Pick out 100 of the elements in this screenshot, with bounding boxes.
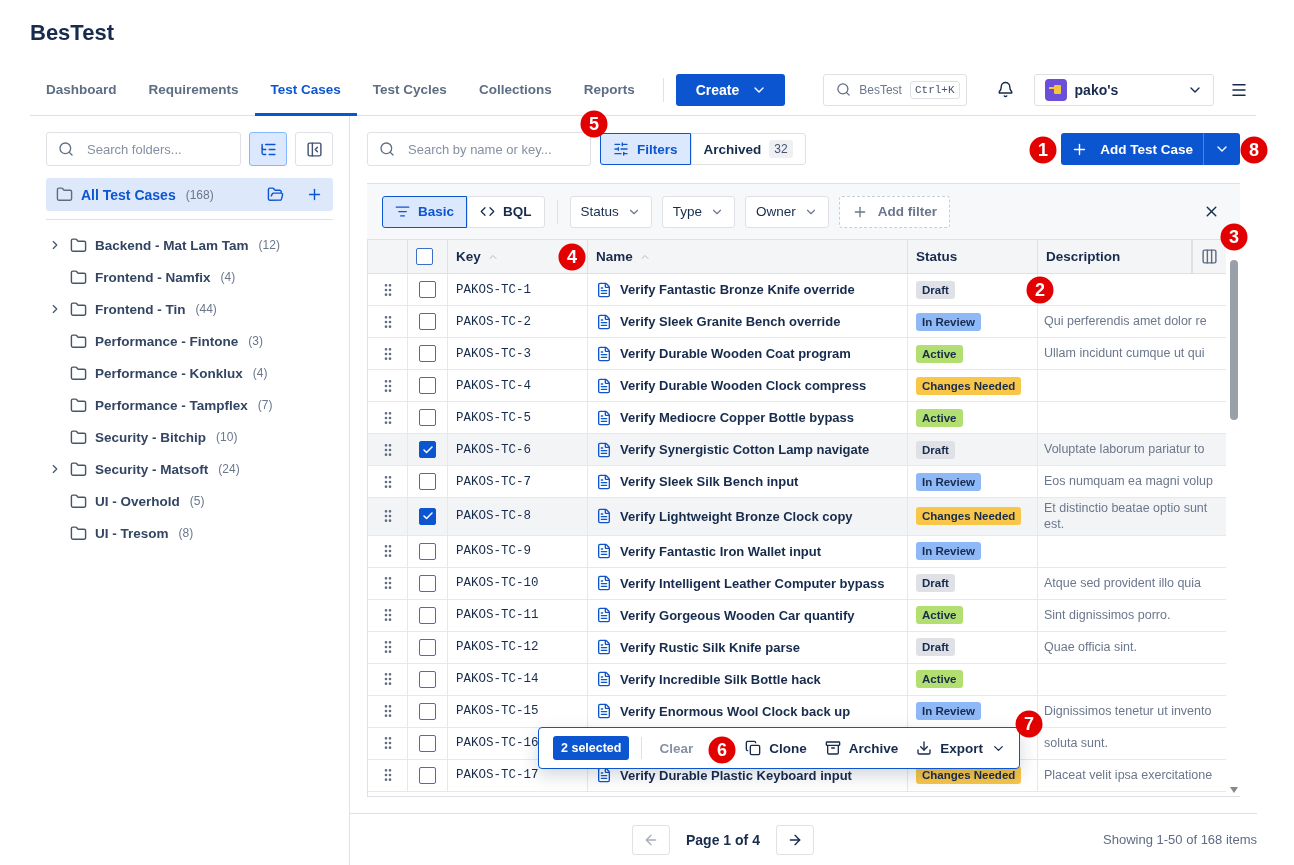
folder-icon [70, 428, 87, 446]
row-checkbox[interactable] [419, 377, 436, 394]
annotation-marker: 5 [580, 110, 608, 138]
folder-name[interactable]: Performance - Konklux [95, 365, 243, 381]
column-header[interactable]: Status [916, 249, 958, 264]
workspace-select[interactable]: pako's [1033, 73, 1214, 106]
archived-button[interactable]: Archived 32 [690, 133, 806, 165]
columns-icon[interactable] [1201, 248, 1218, 265]
folder-name[interactable]: Performance - Fintone [95, 333, 239, 349]
scrollbar[interactable] [1230, 260, 1238, 420]
folder-icon [70, 300, 87, 318]
row-checkbox[interactable] [419, 702, 436, 720]
tree-view-button[interactable] [249, 132, 287, 166]
row-checkbox[interactable] [419, 441, 436, 458]
folder-name[interactable]: Performance - Tampflex [95, 397, 248, 413]
row-checkbox[interactable] [419, 766, 436, 784]
test-name-link[interactable]: Verify Durable Plastic Keyboard input [596, 767, 852, 783]
status-tag: Active [916, 408, 963, 427]
row-checkbox[interactable] [419, 574, 436, 592]
folder-name[interactable]: Frontend - Tin [95, 301, 186, 317]
row-checkbox[interactable] [419, 638, 436, 656]
row-checkbox[interactable] [419, 281, 436, 298]
test-name-link[interactable]: Verify Enormous Wool Clock back up [596, 703, 851, 719]
status-tag: In Review [916, 472, 982, 491]
folder-name[interactable]: Security - Matsoft [95, 461, 209, 477]
test-key: PAKOS-TC-14 [456, 672, 539, 686]
archive-button[interactable]: Archive [819, 736, 904, 760]
status-tag: In Review [916, 312, 982, 331]
test-key: PAKOS-TC-5 [456, 410, 531, 425]
nav-tab[interactable]: Test Cycles [356, 63, 463, 116]
scroll-down-icon[interactable] [1230, 787, 1238, 793]
folder-name[interactable]: Backend - Mat Lam Tam [95, 237, 249, 253]
test-name-link[interactable]: Verify Rustic Silk Knife parse [596, 639, 800, 655]
row-checkbox[interactable] [419, 734, 436, 752]
test-name-link[interactable]: Verify Gorgeous Wooden Car quantify [596, 607, 855, 623]
status-tag: Draft [916, 638, 955, 656]
mode-tab[interactable]: Basic [382, 195, 468, 228]
folder-count: (24) [218, 462, 240, 476]
description-text: Voluptate laborum pariatur to [1044, 441, 1205, 459]
nav-tab[interactable]: Dashboard [30, 63, 133, 116]
global-search-field[interactable]: BesTest Ctrl+K [823, 73, 967, 106]
filter-dropdown[interactable]: Status [569, 195, 652, 228]
description-text: Placeat velit ipsa exercitatione [1044, 766, 1213, 784]
test-name-link[interactable]: Verify Fantastic Bronze Knife override [596, 281, 855, 298]
row-checkbox[interactable] [419, 409, 436, 426]
test-name-link[interactable]: Verify Fantastic Iron Wallet input [596, 543, 822, 559]
test-name-link[interactable]: Verify Mediocre Copper Bottle bypass [596, 409, 855, 426]
sliders-icon [613, 141, 629, 157]
add-filter-button[interactable]: Add filter [838, 195, 951, 228]
filters-button[interactable]: Filters [600, 133, 691, 165]
column-header[interactable]: Description [1046, 249, 1121, 264]
mode-tab[interactable]: BQL [467, 195, 545, 228]
nav-tab[interactable]: Test Cases [254, 63, 357, 116]
test-name-link[interactable]: Verify Incredible Silk Bottle hack [596, 671, 821, 687]
test-name-link[interactable]: Verify Sleek Silk Bench input [596, 473, 799, 490]
column-header[interactable]: Name [596, 249, 633, 264]
select-all-checkbox[interactable] [416, 248, 433, 265]
open-folder-icon[interactable] [267, 186, 284, 203]
folder-name[interactable]: Frontend - Namfix [95, 269, 211, 285]
nav-tab[interactable]: Requirements [132, 63, 255, 116]
create-button[interactable]: Create [675, 73, 786, 106]
row-checkbox[interactable] [419, 542, 436, 560]
test-name-link[interactable]: Verify Synergistic Cotton Lamp navigate [596, 441, 870, 458]
all-test-cases-item[interactable]: All Test Cases (168) [46, 178, 333, 211]
row-checkbox[interactable] [419, 606, 436, 624]
row-checkbox[interactable] [419, 670, 436, 688]
status-tag: Active [916, 670, 963, 688]
test-name-link[interactable]: Verify Durable Wooden Coat program [596, 345, 851, 362]
status-tag: Draft [916, 280, 955, 299]
folder-search-field[interactable]: Search folders... [46, 132, 241, 166]
folder-count: (8) [178, 526, 194, 540]
row-checkbox[interactable] [419, 345, 436, 362]
test-name-link[interactable]: Verify Lightweight Bronze Clock copy [596, 508, 853, 525]
test-name-link[interactable]: Verify Durable Wooden Clock compress [596, 377, 867, 394]
column-header[interactable]: Key [456, 249, 481, 264]
collapse-sidebar-button[interactable] [295, 132, 333, 166]
document-icon [596, 473, 612, 490]
test-name-link[interactable]: Verify Sleek Granite Bench override [596, 313, 841, 330]
folder-count: (4) [220, 270, 236, 284]
folder-name[interactable]: Security - Bitchip [95, 429, 207, 445]
row-checkbox[interactable] [419, 313, 436, 330]
search-placeholder: BesTest [859, 82, 902, 97]
filter-dropdown[interactable]: Type [661, 195, 736, 228]
nav-tab[interactable]: Collections [462, 63, 568, 116]
filter-dropdown[interactable]: Owner [745, 195, 829, 228]
test-name-link[interactable]: Verify Intelligent Leather Computer bypass [596, 575, 885, 591]
row-checkbox[interactable] [419, 507, 436, 525]
test-search-field[interactable]: Search by name or key... [367, 132, 591, 166]
add-icon[interactable] [306, 186, 323, 203]
folder-name[interactable]: UI - Tresom [95, 525, 169, 541]
next-page-button[interactable] [775, 824, 814, 855]
clone-button[interactable]: Clone [740, 736, 812, 760]
row-checkbox[interactable] [419, 473, 436, 490]
document-icon [596, 441, 612, 458]
export-button[interactable]: Export [911, 736, 1012, 760]
document-icon [596, 377, 612, 394]
document-icon [596, 543, 612, 559]
folder-name[interactable]: UI - Overhold [95, 493, 180, 509]
document-icon [596, 671, 612, 687]
page-indicator: Page 1 of 4 [686, 831, 760, 848]
